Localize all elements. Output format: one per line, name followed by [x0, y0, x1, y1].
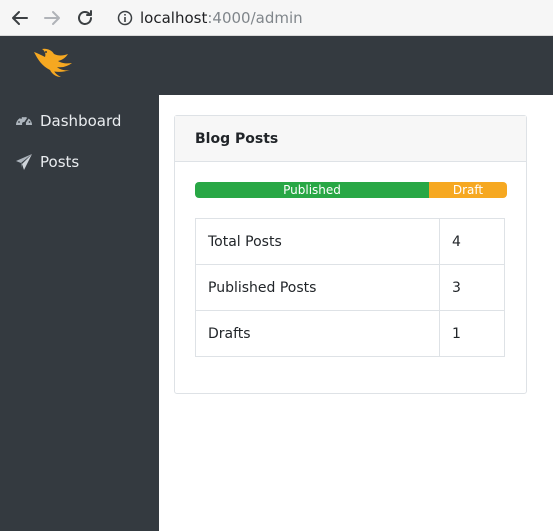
- back-button[interactable]: [8, 6, 32, 30]
- paper-plane-icon: [14, 152, 34, 172]
- table-row: Published Posts 3: [195, 264, 505, 311]
- sidebar-item-label: Posts: [40, 153, 80, 171]
- progress-segment-published: Published: [195, 182, 429, 198]
- arrow-left-icon: [12, 11, 28, 25]
- browser-toolbar: localhost:4000/admin: [0, 0, 553, 36]
- stat-value: 4: [439, 218, 505, 265]
- info-icon: [117, 10, 133, 26]
- blog-posts-card: Blog Posts Published Draft Total Posts 4…: [174, 115, 527, 394]
- table-row: Drafts 1: [195, 310, 505, 357]
- tachometer-icon: [14, 111, 34, 131]
- reload-button[interactable]: [73, 6, 97, 30]
- url-path: :4000/admin: [207, 9, 303, 27]
- sidebar: Dashboard Posts: [0, 95, 159, 531]
- sidebar-item-label: Dashboard: [40, 112, 122, 130]
- site-info-button[interactable]: [116, 9, 134, 27]
- stats-table: Total Posts 4 Published Posts 3 Drafts 1: [195, 218, 505, 357]
- posts-progress-bar: Published Draft: [195, 182, 507, 198]
- stat-value: 3: [439, 264, 505, 311]
- card-header: Blog Posts: [175, 116, 526, 162]
- forward-button[interactable]: [40, 6, 64, 30]
- card-title: Blog Posts: [195, 130, 279, 147]
- stat-label: Published Posts: [195, 264, 440, 311]
- sidebar-item-dashboard[interactable]: Dashboard: [14, 109, 121, 133]
- reload-icon: [78, 10, 92, 25]
- stat-label: Drafts: [195, 310, 440, 357]
- table-row: Total Posts 4: [195, 218, 505, 265]
- arrow-right-icon: [44, 11, 60, 25]
- progress-label-draft: Draft: [452, 183, 484, 197]
- progress-label-published: Published: [283, 183, 341, 197]
- progress-segment-draft: Draft: [429, 182, 507, 198]
- address-bar[interactable]: localhost:4000/admin: [140, 8, 303, 28]
- phoenix-logo[interactable]: [30, 46, 76, 80]
- url-host: localhost: [140, 9, 208, 27]
- stat-label: Total Posts: [195, 218, 440, 265]
- sidebar-item-posts[interactable]: Posts: [14, 150, 79, 174]
- app-header: [0, 36, 553, 95]
- stat-value: 1: [439, 310, 505, 357]
